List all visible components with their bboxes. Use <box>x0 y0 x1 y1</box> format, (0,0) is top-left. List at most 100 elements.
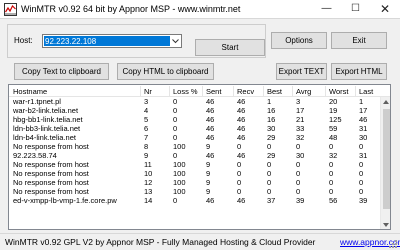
table-header: Hostname Nr Loss % Sent Recv Best Avrg Worst Las… <box>9 85 390 97</box>
copy-text-button[interactable]: Copy Text to clipboard <box>14 63 109 80</box>
scroll-thumb[interactable] <box>383 109 390 209</box>
cell-avrg: 33 <box>296 124 305 133</box>
cell-last: 30 <box>359 133 368 142</box>
column-header-last[interactable]: Last <box>359 87 373 96</box>
cell-recv: 46 <box>237 196 246 205</box>
export-text-button[interactable]: Export TEXT <box>276 63 327 80</box>
column-divider[interactable] <box>263 86 264 96</box>
cell-nr: 3 <box>144 97 149 106</box>
cell-sent: 9 <box>206 142 211 151</box>
cell-best: 29 <box>267 151 276 160</box>
column-header-sent[interactable]: Sent <box>206 87 221 96</box>
cell-last: 31 <box>359 124 368 133</box>
results-list[interactable]: Hostname Nr Loss % Sent Recv Best Avrg Worst Las… <box>8 84 391 230</box>
cell-loss: 0 <box>173 106 178 115</box>
column-divider[interactable] <box>140 86 141 96</box>
cell-worst: 56 <box>329 196 338 205</box>
status-bar: WinMTR v0.92 GPL V2 by Appnor MSP - Full… <box>0 233 400 250</box>
column-header-recv[interactable]: Recv <box>237 87 254 96</box>
cell-sent: 9 <box>206 169 211 178</box>
cell-worst: 0 <box>329 169 334 178</box>
export-html-button[interactable]: Export HTML <box>331 63 387 80</box>
table-row[interactable]: No response from host 12 100 9 0 0 0 0 0 <box>9 179 380 187</box>
cell-nr: 5 <box>144 115 149 124</box>
cell-last: 46 <box>359 115 368 124</box>
column-divider[interactable] <box>325 86 326 96</box>
start-button[interactable]: Start <box>195 39 265 56</box>
cell-best: 16 <box>267 106 276 115</box>
table-row[interactable]: No response from host 11 100 9 0 0 0 0 0 <box>9 161 380 169</box>
column-header-worst[interactable]: Worst <box>329 87 348 96</box>
cell-sent: 46 <box>206 124 215 133</box>
column-divider[interactable] <box>202 86 203 96</box>
cell-loss: 0 <box>173 196 178 205</box>
table-row[interactable]: ldn-bb3-link.telia.net 6 0 46 46 30 33 59 31 <box>9 125 380 133</box>
cell-hostname: No response from host <box>13 160 89 169</box>
maximize-button[interactable]: ☐ <box>341 0 370 19</box>
cell-hostname: No response from host <box>13 169 89 178</box>
column-header-avrg[interactable]: Avrg <box>296 87 311 96</box>
cell-last: 0 <box>359 187 364 196</box>
table-row[interactable]: war-b2-link.telia.net 4 0 46 46 16 17 19 17 <box>9 107 380 115</box>
cell-sent: 46 <box>206 151 215 160</box>
host-input[interactable] <box>44 36 170 46</box>
cell-loss: 100 <box>173 160 186 169</box>
column-divider[interactable] <box>233 86 234 96</box>
table-row[interactable]: ed-v-xmpp-lb-vmp-1.fe.core.pw 14 0 46 46 37 39… <box>9 197 380 205</box>
column-divider[interactable] <box>292 86 293 96</box>
cell-worst: 125 <box>329 115 342 124</box>
column-header-hostname[interactable]: Hostname <box>13 87 47 96</box>
cell-nr: 14 <box>144 196 153 205</box>
cell-avrg: 0 <box>296 187 301 196</box>
exit-button[interactable]: Exit <box>331 32 387 49</box>
table-row[interactable]: war-r1.tpnet.pl 3 0 46 46 1 3 20 1 <box>9 98 380 106</box>
cell-last: 0 <box>359 169 364 178</box>
triangle-down-icon[interactable] <box>381 220 390 229</box>
copy-html-button[interactable]: Copy HTML to clipboard <box>117 63 214 80</box>
cell-last: 31 <box>359 151 368 160</box>
table-row[interactable]: No response from host 10 100 9 0 0 0 0 0 <box>9 170 380 178</box>
cell-hostname: No response from host <box>13 178 89 187</box>
chevron-down-icon[interactable] <box>170 35 181 47</box>
close-button[interactable]: ✕ <box>370 0 400 19</box>
table-row[interactable]: No response from host 8 100 9 0 0 0 0 0 <box>9 143 380 151</box>
title-bar[interactable]: WinMTR v0.92 64 bit by Appnor MSP - www.… <box>0 0 400 19</box>
cell-last: 0 <box>359 178 364 187</box>
cell-recv: 46 <box>237 133 246 142</box>
cell-loss: 0 <box>173 97 178 106</box>
vertical-scrollbar[interactable] <box>380 97 390 229</box>
cell-nr: 10 <box>144 169 153 178</box>
column-divider[interactable] <box>169 86 170 96</box>
host-combobox[interactable] <box>42 34 182 48</box>
cell-best: 0 <box>267 142 272 151</box>
triangle-up-icon[interactable] <box>381 97 390 107</box>
cell-sent: 46 <box>206 97 215 106</box>
table-row[interactable]: 92.223.58.74 9 0 46 46 29 30 32 31 <box>9 152 380 160</box>
column-header-best[interactable]: Best <box>267 87 282 96</box>
cell-best: 0 <box>267 187 272 196</box>
cell-nr: 4 <box>144 106 149 115</box>
table-row[interactable]: No response from host 13 100 9 0 0 0 0 0 <box>9 188 380 196</box>
table-body[interactable]: war-r1.tpnet.pl 3 0 46 46 1 3 20 1 war-b2-link.te… <box>9 98 380 229</box>
cell-worst: 59 <box>329 124 338 133</box>
cell-best: 0 <box>267 178 272 187</box>
host-group: Host: Start <box>7 24 266 58</box>
cell-nr: 9 <box>144 151 149 160</box>
table-row[interactable]: hbg-bb1-link.telia.net 5 0 46 46 16 21 125 46 <box>9 116 380 124</box>
column-header-nr[interactable]: Nr <box>144 87 152 96</box>
cell-hostname: 92.223.58.74 <box>13 151 57 160</box>
options-button[interactable]: Options <box>271 32 327 49</box>
cell-hostname: ldn-b4-link.telia.net <box>13 133 76 142</box>
cell-recv: 46 <box>237 115 246 124</box>
cell-sent: 46 <box>206 133 215 142</box>
resize-grip-icon[interactable] <box>388 239 398 249</box>
cell-avrg: 0 <box>296 169 301 178</box>
table-row[interactable]: ldn-b4-link.telia.net 7 0 46 46 29 32 48 30 <box>9 134 380 142</box>
cell-last: 0 <box>359 160 364 169</box>
minimize-button[interactable]: — <box>312 0 341 19</box>
cell-hostname: hbg-bb1-link.telia.net <box>13 115 83 124</box>
cell-worst: 48 <box>329 133 338 142</box>
cell-loss: 100 <box>173 178 186 187</box>
column-divider[interactable] <box>355 86 356 96</box>
column-header-loss[interactable]: Loss % <box>173 87 198 96</box>
